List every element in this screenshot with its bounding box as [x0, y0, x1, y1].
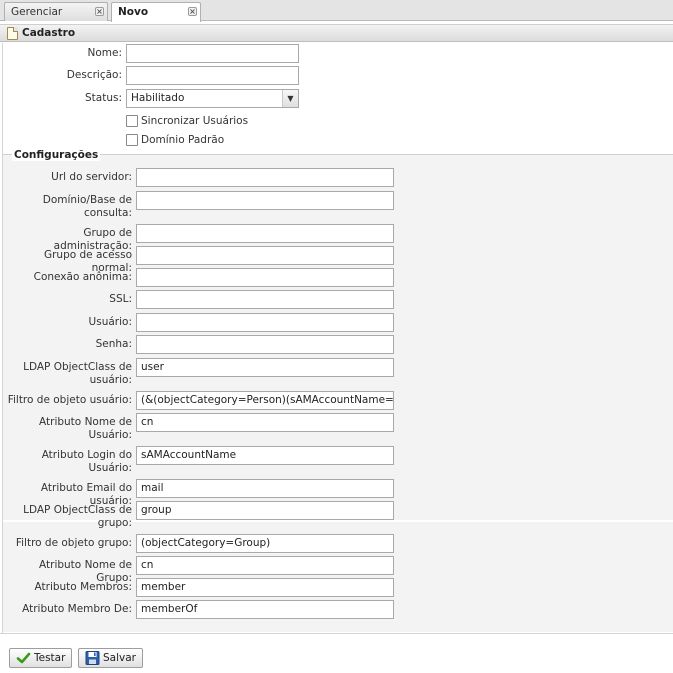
- filtro-objeto-usuario-input[interactable]: (&(objectCategory=Person)(sAMAccountName…: [136, 391, 394, 410]
- atributo-login-usuario-input[interactable]: sAMAccountName: [136, 446, 394, 465]
- status-label: Status:: [85, 92, 122, 104]
- atributo-nome-usuario-label: Atributo Nome de Usuário:: [39, 416, 132, 441]
- descricao-input[interactable]: [126, 66, 299, 85]
- ssl-input[interactable]: [136, 290, 394, 309]
- url-servidor-input[interactable]: [136, 168, 394, 187]
- testar-label: Testar: [34, 652, 66, 664]
- sincronizar-usuarios-label: Sincronizar Usuários: [141, 115, 249, 127]
- senha-input[interactable]: [136, 335, 394, 354]
- grupo-acesso-normal-input[interactable]: [136, 246, 394, 265]
- salvar-label: Salvar: [103, 652, 136, 664]
- save-icon: [85, 651, 100, 665]
- grupo-administracao-input[interactable]: [136, 224, 394, 243]
- close-icon[interactable]: ×: [95, 7, 104, 16]
- atributo-membros-input[interactable]: member: [136, 578, 394, 597]
- conexao-anonima-label: Conexão anônima:: [33, 271, 132, 283]
- sincronizar-usuarios-checkbox[interactable]: [126, 115, 138, 127]
- atributo-email-usuario-input[interactable]: mail: [136, 479, 394, 498]
- nome-input[interactable]: [126, 44, 299, 63]
- close-icon[interactable]: ×: [188, 7, 197, 16]
- atributo-login-usuario-label: Atributo Login do Usuário:: [41, 449, 132, 474]
- ldap-objectclass-usuario-label: LDAP ObjectClass de usuário:: [23, 361, 132, 386]
- ssl-label: SSL:: [109, 293, 132, 305]
- filtro-objeto-grupo-label: Filtro de objeto grupo:: [15, 537, 132, 549]
- tab-bar: Gerenciar Domínios × Novo Domínio ×: [0, 0, 673, 36]
- filtro-objeto-grupo-input[interactable]: (objectCategory=Group): [136, 534, 394, 553]
- tab-gerenciar-dominios[interactable]: Gerenciar Domínios ×: [4, 2, 108, 36]
- ldap-objectclass-grupo-label: LDAP ObjectClass de grupo:: [23, 504, 132, 529]
- configuracoes-legend: Configurações: [12, 149, 101, 161]
- senha-label: Senha:: [95, 338, 132, 350]
- atributo-nome-grupo-input[interactable]: cn: [136, 556, 394, 575]
- usuario-input[interactable]: [136, 313, 394, 332]
- panel-header: Cadastro: [0, 24, 673, 42]
- atributo-membro-de-input[interactable]: memberOf: [136, 600, 394, 619]
- ldap-objectclass-grupo-input[interactable]: group: [136, 501, 394, 520]
- salvar-button[interactable]: Salvar: [78, 648, 143, 668]
- descricao-label: Descrição:: [66, 69, 122, 81]
- atributo-membros-label: Atributo Membros:: [34, 581, 132, 593]
- dominio-base-input[interactable]: [136, 191, 394, 210]
- dominio-base-label: Domínio/Base de consulta:: [42, 194, 132, 219]
- filtro-objeto-usuario-label: Filtro de objeto usuário:: [7, 394, 132, 406]
- atributo-membro-de-label: Atributo Membro De:: [22, 603, 132, 615]
- conexao-anonima-input[interactable]: [136, 268, 394, 287]
- status-select[interactable]: Habilitado ▼: [126, 89, 299, 108]
- dominio-padrao-checkbox[interactable]: [126, 134, 138, 146]
- testar-button[interactable]: Testar: [9, 648, 72, 668]
- ldap-objectclass-usuario-input[interactable]: user: [136, 358, 394, 377]
- check-icon: [16, 652, 31, 664]
- nome-label: Nome:: [87, 47, 122, 59]
- atributo-nome-usuario-input[interactable]: cn: [136, 413, 394, 432]
- document-icon: [7, 27, 18, 40]
- panel-title: Cadastro: [22, 27, 76, 39]
- url-servidor-label: Url do servidor:: [51, 171, 132, 183]
- status-value: Habilitado: [131, 92, 185, 104]
- usuario-label: Usuário:: [88, 316, 132, 328]
- dominio-padrao-label: Domínio Padrão: [141, 134, 225, 146]
- tab-novo-dominio[interactable]: Novo Domínio ×: [111, 2, 201, 36]
- footer-divider: [0, 633, 673, 634]
- chevron-down-icon[interactable]: ▼: [282, 90, 298, 107]
